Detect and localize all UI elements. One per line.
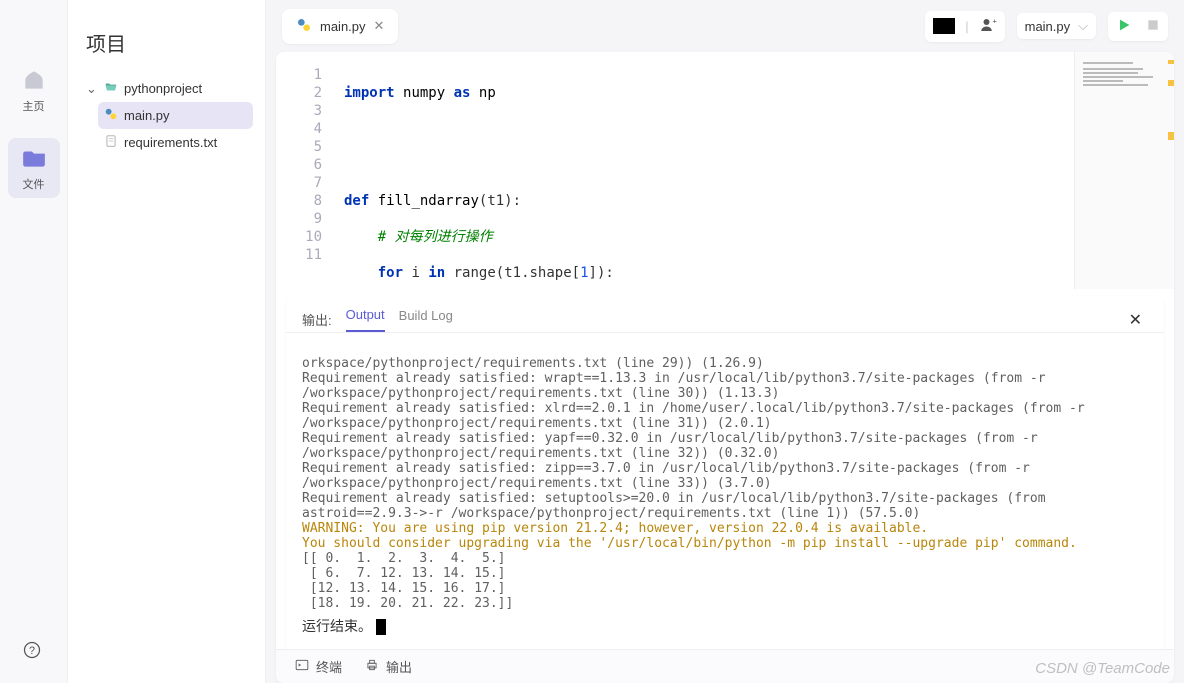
cursor	[376, 619, 386, 635]
printer-icon	[364, 658, 380, 675]
tree-root-label: pythonproject	[124, 81, 202, 96]
minimap[interactable]	[1074, 52, 1174, 289]
run-button[interactable]	[1116, 17, 1132, 36]
python-file-icon	[296, 17, 312, 36]
editor-wrap: 1234567891011 import numpy as np def fil…	[276, 52, 1174, 683]
stop-button[interactable]	[1146, 18, 1160, 35]
output-panel: 输出: Output Build Log ✕ orkspace/pythonpr…	[286, 297, 1164, 649]
python-file-icon	[104, 107, 118, 124]
folder-icon	[20, 144, 48, 172]
tree-file-req[interactable]: requirements.txt	[98, 129, 253, 156]
rail-files-label: 文件	[23, 176, 45, 192]
output-body[interactable]: orkspace/pythonproject/requirements.txt …	[286, 333, 1164, 649]
close-icon[interactable]: ✕	[374, 18, 385, 34]
output-tabs: 输出: Output Build Log ✕	[286, 297, 1164, 333]
bottom-output[interactable]: 输出	[364, 657, 412, 676]
add-user-icon[interactable]: +	[979, 16, 997, 37]
home-icon	[20, 66, 48, 94]
output-label: 输出:	[302, 310, 332, 329]
tree-file-label: requirements.txt	[124, 135, 217, 150]
bottom-terminal[interactable]: 终端	[294, 657, 342, 676]
close-icon[interactable]: ✕	[1129, 310, 1148, 330]
code-editor[interactable]: 1234567891011 import numpy as np def fil…	[276, 52, 1174, 289]
tab-output[interactable]: Output	[346, 307, 385, 332]
user-box[interactable]: | +	[925, 11, 1004, 42]
avatar	[933, 18, 955, 34]
svg-text:?: ?	[29, 645, 35, 657]
chevron-down-icon: ⌄	[86, 81, 98, 97]
sidebar: 项目 ⌄ pythonproject main.py requirements.…	[68, 0, 266, 683]
chevron-down-icon: ⌵	[1078, 18, 1088, 34]
folder-open-icon	[104, 80, 118, 97]
editor-tab[interactable]: main.py ✕	[282, 9, 398, 44]
main: main.py ✕ | + main.py ⌵	[266, 0, 1184, 683]
run-config-label: main.py	[1025, 19, 1071, 34]
bottom-bar: 终端 输出	[276, 649, 1174, 683]
tree-root[interactable]: ⌄ pythonproject	[80, 75, 253, 102]
tree-file-label: main.py	[124, 108, 170, 123]
rail-home[interactable]: 主页	[8, 60, 60, 120]
svg-text:+: +	[992, 16, 997, 25]
rail-files[interactable]: 文件	[8, 138, 60, 198]
run-config-select[interactable]: main.py ⌵	[1017, 13, 1096, 39]
tree-file-main[interactable]: main.py	[98, 102, 253, 129]
tab-buildlog[interactable]: Build Log	[399, 308, 453, 331]
text-file-icon	[104, 134, 118, 151]
terminal-icon	[294, 658, 310, 675]
topbar: main.py ✕ | + main.py ⌵	[266, 0, 1184, 52]
code-area[interactable]: import numpy as np def fill_ndarray(t1):…	[332, 52, 1074, 289]
gutter: 1234567891011	[276, 52, 332, 289]
left-rail: 主页 文件 ?	[0, 0, 68, 683]
tab-label: main.py	[320, 19, 366, 34]
help-button[interactable]: ?	[22, 640, 42, 663]
sidebar-title: 项目	[80, 28, 253, 57]
rail-home-label: 主页	[23, 98, 45, 114]
